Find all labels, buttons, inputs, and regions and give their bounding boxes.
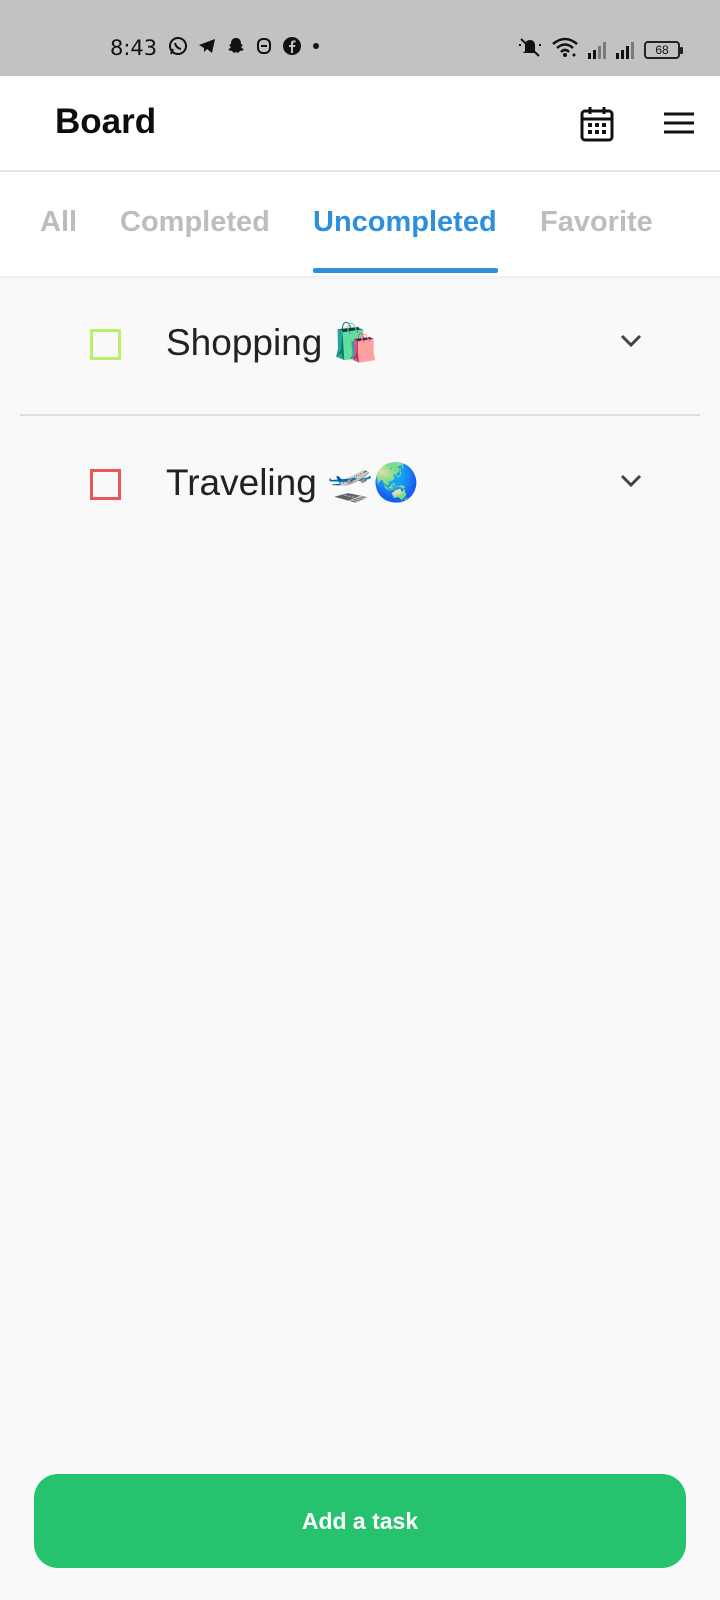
app-bar: Board bbox=[0, 76, 720, 172]
telegram-icon bbox=[197, 36, 217, 61]
snapchat-icon bbox=[226, 36, 246, 61]
facebook-icon bbox=[282, 36, 302, 61]
notification-icons bbox=[168, 36, 321, 61]
signal-icon bbox=[588, 41, 606, 59]
notification-icon bbox=[255, 36, 273, 61]
menu-icon[interactable] bbox=[662, 110, 696, 138]
tab-uncompleted[interactable]: Uncompleted bbox=[313, 206, 497, 239]
task-row[interactable]: Shopping 🛍️ bbox=[20, 276, 700, 416]
status-bar: 8:43 68 bbox=[0, 0, 720, 76]
system-icons: 68 bbox=[518, 36, 683, 63]
task-row[interactable]: Traveling 🛫🌏 bbox=[20, 416, 700, 556]
task-title: Shopping 🛍️ bbox=[166, 322, 379, 363]
page-title: Board bbox=[55, 102, 157, 141]
whatsapp-icon bbox=[168, 36, 188, 61]
signal-icon-2 bbox=[616, 41, 634, 59]
wifi-icon bbox=[552, 37, 578, 62]
tab-bar: All Completed Uncompleted Favorite bbox=[0, 172, 720, 276]
chevron-down-icon[interactable] bbox=[620, 334, 642, 348]
chevron-down-icon[interactable] bbox=[620, 474, 642, 488]
tab-completed[interactable]: Completed bbox=[120, 206, 270, 239]
mute-icon bbox=[518, 36, 542, 63]
tab-all[interactable]: All bbox=[40, 206, 77, 239]
add-task-button[interactable]: Add a task bbox=[34, 1474, 686, 1568]
dot-icon bbox=[311, 36, 321, 61]
task-checkbox[interactable] bbox=[90, 329, 121, 360]
task-title: Traveling 🛫🌏 bbox=[166, 462, 420, 503]
active-tab-indicator bbox=[313, 268, 498, 273]
tab-favorite[interactable]: Favorite bbox=[540, 206, 653, 239]
status-time: 8:43 bbox=[110, 36, 158, 60]
battery-icon: 68 bbox=[644, 40, 683, 59]
calendar-icon[interactable] bbox=[580, 106, 614, 142]
task-checkbox[interactable] bbox=[90, 469, 121, 500]
